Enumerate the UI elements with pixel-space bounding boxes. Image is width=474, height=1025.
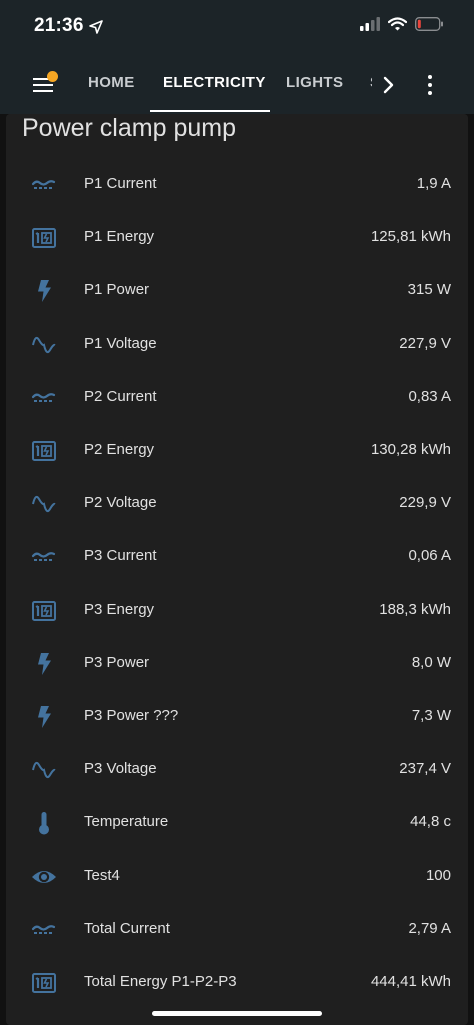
- sine-wave-icon: [31, 491, 57, 517]
- app-bar: HOME ELECTRICITY LIGHTS S: [0, 56, 474, 114]
- dots-vertical-icon-dot: [428, 83, 432, 87]
- entity-row-p1-voltage[interactable]: P1 Voltage 227,9 V: [6, 318, 468, 371]
- active-tab-indicator: [150, 110, 270, 112]
- tab-home[interactable]: HOME: [88, 56, 135, 114]
- view-tabs: HOME ELECTRICITY LIGHTS S: [72, 56, 372, 114]
- meter-icon: [31, 225, 57, 251]
- sine-wave-icon: [31, 757, 57, 783]
- entity-name: P3 Power: [84, 653, 150, 671]
- current-ac-icon: [31, 544, 57, 570]
- meter-icon: [31, 598, 57, 624]
- entity-state: 8,0 W: [411, 653, 451, 671]
- eye-icon: [31, 864, 57, 890]
- entity-row-p1-current[interactable]: P1 Current 1,9 A: [6, 158, 468, 211]
- entity-name: P3 Current: [84, 547, 157, 565]
- entities-card: Power clamp pump P1 Current 1,9 A P1 Energ…: [6, 114, 468, 1025]
- entity-row-temperature[interactable]: Temperature 44,8 c: [6, 796, 468, 849]
- status-indicators: [360, 17, 444, 31]
- card-title: Power clamp pump: [22, 114, 236, 142]
- entity-state: 44,8 c: [410, 813, 451, 831]
- entity-state: 130,28 kWh: [370, 441, 451, 458]
- entity-name: P3 Energy: [84, 600, 155, 618]
- tab-lights[interactable]: LIGHTS: [286, 56, 343, 114]
- entity-state: 315 W: [407, 281, 451, 299]
- entity-row-p3-power[interactable]: P3 Power 8,0 W: [6, 637, 468, 690]
- tabs-scroll-right-button[interactable]: [374, 70, 404, 100]
- entity-name: Test4: [84, 866, 120, 884]
- overflow-menu-button[interactable]: [418, 70, 442, 100]
- location-arrow-icon: [89, 20, 103, 34]
- menu-button[interactable]: [28, 69, 62, 99]
- tab-partial[interactable]: S: [370, 56, 372, 114]
- entity-name: P1 Voltage: [84, 334, 157, 352]
- home-indicator: [152, 1011, 322, 1016]
- entity-state: 227,9 V: [399, 334, 451, 352]
- entity-state: 7,3 W: [411, 707, 451, 724]
- entity-state: 100: [425, 866, 451, 884]
- entity-row-p2-current[interactable]: P2 Current 0,83 A: [6, 371, 468, 424]
- meter-icon: [31, 970, 57, 996]
- dots-vertical-icon-dot: [428, 91, 432, 95]
- entity-state: 229,9 V: [399, 494, 451, 512]
- entity-name: P1 Power: [84, 281, 150, 299]
- entity-name: P3 Power ???: [84, 707, 179, 724]
- entity-state: 237,4 V: [399, 760, 451, 778]
- entity-row-p3-current[interactable]: P3 Current 0,06 A: [6, 530, 468, 583]
- flash-icon: [31, 651, 57, 677]
- entity-row-total-current[interactable]: Total Current 2,79 A: [6, 903, 468, 956]
- entity-name: P2 Current: [84, 387, 157, 405]
- current-ac-icon: [31, 172, 57, 198]
- wifi-icon: [388, 17, 407, 31]
- entity-state: 0,83 A: [408, 387, 451, 405]
- entity-name: Total Current: [84, 919, 170, 937]
- entity-state: 188,3 kWh: [379, 600, 451, 618]
- entity-state: 2,79 A: [408, 919, 451, 937]
- menu-icon-line: [33, 90, 53, 92]
- entity-row-p1-energy[interactable]: P1 Energy 125,81 kWh: [6, 211, 468, 264]
- dots-vertical-icon: [428, 75, 432, 79]
- battery-low-icon: [415, 17, 443, 31]
- menu-icon-line: [33, 84, 53, 86]
- current-ac-icon: [31, 385, 57, 411]
- status-bar: 21:36: [0, 0, 474, 56]
- current-ac-icon: [31, 917, 57, 943]
- entity-row-p3-voltage[interactable]: P3 Voltage 237,4 V: [6, 743, 468, 796]
- entity-name: P2 Voltage: [84, 494, 157, 512]
- cellular-signal-icon: [360, 17, 380, 31]
- chevron-right-icon: [383, 76, 394, 94]
- flash-icon: [31, 278, 57, 304]
- entity-name: P3 Voltage: [84, 760, 157, 778]
- entity-row-test4[interactable]: Test4 100: [6, 850, 468, 903]
- entity-row-p3-energy[interactable]: P3 Energy 188,3 kWh: [6, 584, 468, 637]
- entity-state: 1,9 A: [416, 175, 451, 192]
- entity-row-p2-energy[interactable]: P2 Energy 130,28 kWh: [6, 424, 468, 477]
- notification-badge: [47, 71, 58, 82]
- meter-icon: [31, 438, 57, 464]
- entity-state: 125,81 kWh: [370, 228, 451, 246]
- thermometer-icon: [31, 810, 57, 836]
- entity-row-p3-power[interactable]: P3 Power ??? 7,3 W: [6, 690, 468, 743]
- sine-wave-icon: [31, 332, 57, 358]
- entity-name: Total Energy P1-P2-P3: [84, 973, 237, 990]
- entity-state: 444,41 kWh: [370, 973, 451, 990]
- entity-state: 0,06 A: [408, 547, 451, 565]
- tab-electricity[interactable]: ELECTRICITY: [163, 56, 266, 114]
- entity-row-p2-voltage[interactable]: P2 Voltage 229,9 V: [6, 477, 468, 530]
- entity-name: P1 Current: [84, 175, 157, 192]
- entity-name: P2 Energy: [84, 441, 155, 458]
- status-time: 21:36: [34, 15, 84, 36]
- entity-name: P1 Energy: [84, 228, 155, 246]
- flash-icon: [31, 704, 57, 730]
- entity-name: Temperature: [84, 813, 169, 831]
- entity-row-p1-power[interactable]: P1 Power 315 W: [6, 264, 468, 317]
- entity-row-total-energy-p1-p2-p3[interactable]: Total Energy P1-P2-P3 444,41 kWh: [6, 956, 468, 1009]
